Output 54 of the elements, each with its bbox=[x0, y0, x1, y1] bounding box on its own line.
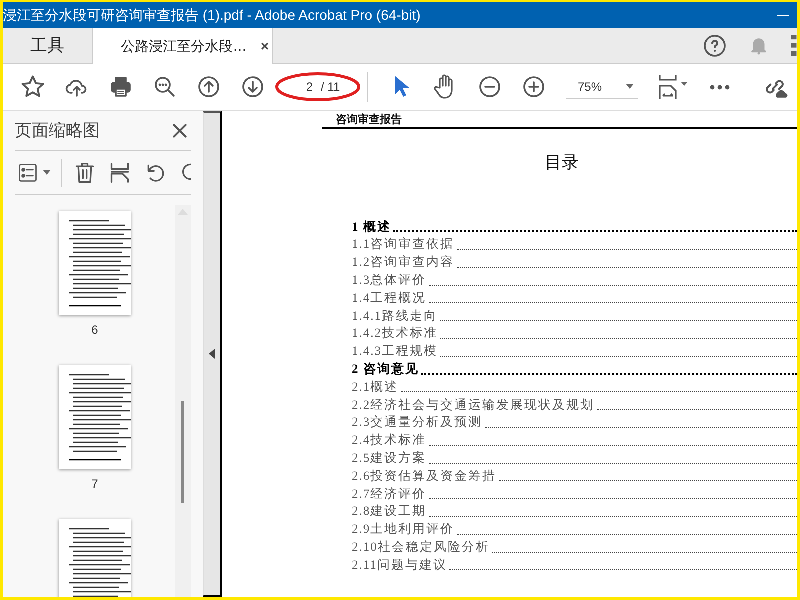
toc-entry[interactable]: 2.6投资估算及资金筹措 bbox=[352, 466, 497, 486]
toc-entry[interactable]: 2.4技术标准 bbox=[352, 431, 427, 450]
toc-entry[interactable]: 1.1咨询审查依据 bbox=[352, 235, 455, 254]
toc-entry[interactable]: 2.9土地利用评价 bbox=[352, 520, 455, 539]
toc-heading: 目录 bbox=[544, 152, 580, 175]
arrow-down-icon bbox=[241, 75, 265, 99]
caret-left-icon bbox=[209, 349, 215, 359]
help-icon bbox=[703, 34, 727, 58]
toc-entry[interactable]: 1.2咨询审查内容 bbox=[352, 253, 455, 272]
page-number-field[interactable]: 2 bbox=[295, 78, 313, 96]
toc-entry[interactable]: 2.10社会稳定风险分析 bbox=[352, 538, 490, 557]
more-vertical-icon bbox=[791, 34, 797, 56]
scrollbar[interactable] bbox=[175, 205, 191, 597]
caret-icon bbox=[626, 84, 634, 89]
scrollbar-thumb[interactable] bbox=[181, 401, 184, 503]
close-tab-icon[interactable]: × bbox=[261, 36, 270, 56]
toc-entry[interactable]: 1.4.2技术标准 bbox=[352, 324, 438, 344]
page-number: 6 bbox=[92, 322, 98, 339]
toc-entry[interactable]: 2.11问题与建议 bbox=[352, 556, 448, 574]
toc-entry[interactable]: 2.5建设方案 bbox=[352, 448, 427, 468]
caret-icon bbox=[43, 170, 51, 175]
toc-entry[interactable]: 2 咨询意见 bbox=[352, 360, 420, 379]
window-title: 浸江至分水段可研咨询审查报告 (1).pdf - Adobe Acrobat Pro (64-bit) bbox=[3, 6, 421, 25]
list-icon bbox=[17, 164, 39, 182]
zoom-out-icon bbox=[478, 75, 502, 99]
toc-entry[interactable]: 1.4.1路线走向 bbox=[352, 306, 438, 326]
toc-entry[interactable]: 1.4工程概况 bbox=[352, 288, 427, 308]
arrow-up-icon bbox=[197, 75, 221, 99]
page-number: 7 bbox=[92, 476, 98, 493]
tab[interactable]: 公路浸江至分水段… × bbox=[93, 28, 273, 64]
zoom-in-icon bbox=[522, 75, 546, 99]
page-thumbnail[interactable] bbox=[59, 211, 131, 315]
more-horizontal-icon bbox=[710, 84, 730, 90]
pointer-icon bbox=[393, 75, 411, 99]
printer-icon bbox=[109, 75, 133, 99]
extract-pages-icon bbox=[109, 160, 132, 184]
page-thumbnail[interactable] bbox=[59, 365, 131, 469]
page-header: 咨询审查报告 bbox=[322, 113, 797, 129]
toc-entry[interactable]: 1.3总体评价 bbox=[352, 270, 427, 290]
close-icon bbox=[173, 124, 187, 138]
page-thumbnail[interactable] bbox=[59, 519, 131, 597]
toc-entry[interactable]: 2.7经济评价 bbox=[352, 484, 427, 504]
toc-entry[interactable]: 2.2经济社会与交通运输发展现状及规划 bbox=[352, 396, 595, 414]
panel-title: 页面缩略图 bbox=[15, 120, 100, 142]
toc-entry[interactable]: 2.3交通量分析及预测 bbox=[352, 413, 483, 432]
toc-entry[interactable]: 2.1概述 bbox=[352, 378, 399, 396]
toc-entry[interactable]: 1 概述 bbox=[352, 218, 392, 236]
collapse-panel-button[interactable] bbox=[203, 111, 222, 597]
trash-icon bbox=[74, 160, 96, 184]
toc-entry[interactable]: 1.4.3工程规模 bbox=[352, 342, 438, 361]
toc-entry[interactable]: 2.8建设工期 bbox=[352, 502, 427, 522]
page-total: / 11 bbox=[321, 79, 340, 96]
star-icon bbox=[20, 74, 46, 100]
search-icon bbox=[153, 75, 177, 99]
